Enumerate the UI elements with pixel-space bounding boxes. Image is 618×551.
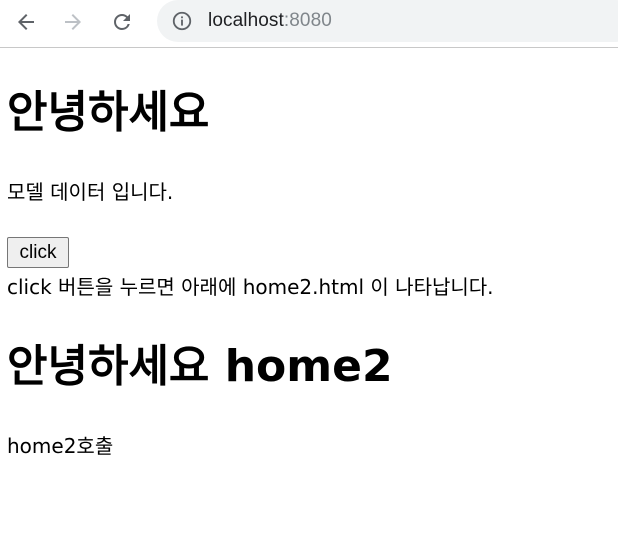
url-host: localhost: [208, 10, 284, 31]
home2-title: 안녕하세요 home2: [7, 341, 393, 392]
back-button[interactable]: [11, 7, 41, 37]
home2-text: home2호출: [7, 434, 114, 458]
description-text: click 버튼을 누르면 아래에 home2.html 이 나타납니다.: [7, 275, 494, 299]
arrow-left-icon: [18, 14, 34, 30]
url-port: :8080: [283, 10, 332, 31]
click-button[interactable]: click: [7, 237, 69, 268]
reload-button[interactable]: [107, 7, 137, 37]
arrow-right-icon: [65, 14, 81, 30]
reload-icon: [114, 13, 130, 30]
forward-button[interactable]: [58, 7, 88, 37]
url-text: localhost:8080: [208, 10, 332, 32]
browser-toolbar: localhost:8080: [0, 0, 618, 48]
page-title: 안녕하세요: [7, 87, 210, 138]
model-data-text: 모델 데이터 입니다.: [7, 180, 174, 204]
address-bar[interactable]: localhost:8080: [157, 0, 618, 42]
info-icon[interactable]: [171, 10, 193, 32]
